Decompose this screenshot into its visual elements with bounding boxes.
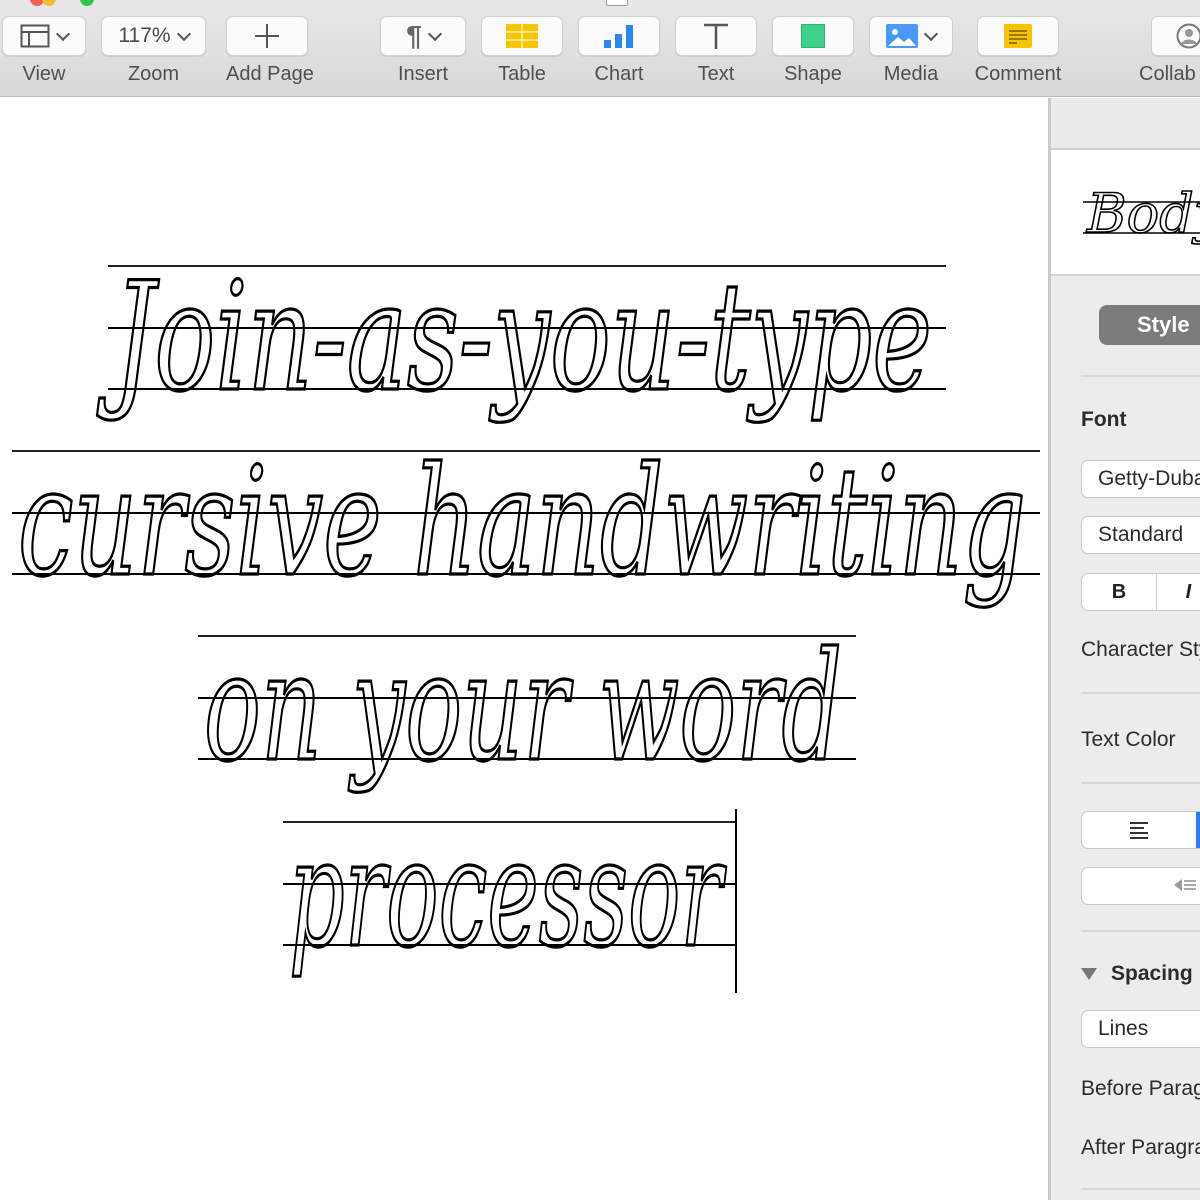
view-control[interactable]: View: [2, 16, 86, 85]
divider: [1081, 692, 1200, 694]
spacing-section-toggle[interactable]: Spacing: [1081, 962, 1193, 986]
table-button[interactable]: [481, 16, 563, 56]
cursive-text-line[interactable]: cursive handwriting: [16, 434, 1027, 611]
comment-button[interactable]: [977, 16, 1059, 56]
comment-label: Comment: [974, 63, 1062, 85]
divider: [1081, 782, 1200, 784]
shape-label: Shape: [784, 63, 842, 85]
zoom-label: Zoom: [127, 63, 180, 85]
after-paragraph-label: After Paragraph: [1081, 1136, 1200, 1159]
square-shape-icon: [801, 24, 825, 48]
disclosure-triangle-icon: [1081, 968, 1097, 981]
insert-button[interactable]: ¶: [380, 16, 466, 56]
font-family-select[interactable]: Getty-Dubay: [1081, 460, 1200, 498]
cursive-text-line[interactable]: Join-as-you-type: [95, 249, 934, 426]
table-control[interactable]: Table: [481, 16, 563, 85]
bold-button[interactable]: B: [1082, 574, 1157, 610]
chevron-down-icon: [176, 26, 191, 41]
divider: [1081, 375, 1200, 377]
style-preview-text: Body: [1086, 182, 1200, 245]
add-page-label: Add Page: [226, 63, 314, 85]
bar-chart-icon: [604, 25, 633, 48]
insert-label: Insert: [397, 63, 449, 85]
indent-buttons: [1081, 867, 1200, 905]
text-button[interactable]: [675, 16, 757, 56]
decrease-indent-icon[interactable]: [1174, 879, 1196, 891]
inspector-tab-bar: [1051, 98, 1200, 150]
handwriting-page: Join-as-you-typecursive handwritingon yo…: [12, 249, 1040, 993]
media-button[interactable]: [869, 16, 953, 56]
text-t-icon: [704, 23, 728, 49]
font-typeface-select[interactable]: Standard: [1081, 516, 1200, 554]
character-styles-label[interactable]: Character Styles: [1081, 638, 1200, 662]
comment-control[interactable]: Comment: [975, 16, 1061, 85]
collaborate-label: Collab: [1139, 63, 1196, 85]
collaborate-control[interactable]: Collab: [1139, 16, 1200, 85]
zoom-window-button[interactable]: [80, 0, 94, 6]
spacing-label: Spacing: [1111, 962, 1193, 985]
italic-button[interactable]: I: [1157, 574, 1200, 610]
chart-label: Chart: [594, 63, 644, 85]
paragraph-style-preview[interactable]: Body: [1051, 150, 1200, 276]
chart-control[interactable]: Chart: [578, 16, 660, 85]
minimize-window-button[interactable]: [42, 0, 56, 6]
sidebar-layout-icon: [20, 24, 50, 48]
table-label: Table: [498, 63, 546, 85]
divider: [1081, 1188, 1200, 1190]
person-icon: [1176, 23, 1200, 49]
zoom-control[interactable]: 117% Zoom: [101, 16, 206, 85]
font-section-label: Font: [1081, 408, 1127, 431]
table-icon: [506, 24, 538, 48]
view-button[interactable]: [2, 16, 86, 56]
paragraph-style-sample: Body: [1083, 181, 1200, 246]
add-page-control[interactable]: Add Page: [226, 16, 314, 85]
pilcrow-icon: ¶: [406, 20, 422, 51]
before-paragraph-label: Before Paragraph: [1081, 1077, 1200, 1100]
alignment-buttons: [1081, 811, 1200, 849]
text-control[interactable]: Text: [675, 16, 757, 85]
comment-note-icon: [1004, 24, 1032, 48]
image-icon: [886, 24, 918, 48]
cursive-text-line[interactable]: on your word: [202, 619, 843, 796]
view-label: View: [22, 63, 66, 85]
align-left-button[interactable]: [1082, 812, 1196, 848]
add-page-button[interactable]: [226, 16, 308, 56]
cursive-text-line[interactable]: processor: [287, 805, 728, 982]
media-label: Media: [883, 63, 939, 85]
align-center-button[interactable]: [1196, 812, 1200, 848]
document-icon: [606, 0, 628, 6]
media-control[interactable]: Media: [869, 16, 953, 85]
shape-control[interactable]: Shape: [772, 16, 854, 85]
insert-control[interactable]: ¶ Insert: [380, 16, 466, 85]
text-color-label[interactable]: Text Color: [1081, 728, 1176, 752]
shape-button[interactable]: [772, 16, 854, 56]
collaborate-button[interactable]: [1151, 16, 1200, 56]
align-left-icon: [1130, 821, 1148, 839]
format-inspector: Body Style Font Getty-Dubay Standard B I…: [1048, 98, 1200, 1200]
zoom-select[interactable]: 117%: [101, 16, 206, 56]
chevron-down-icon: [55, 26, 71, 41]
line-spacing-select[interactable]: Lines: [1081, 1010, 1200, 1048]
style-tab[interactable]: Style: [1099, 305, 1200, 345]
chevron-down-icon: [923, 26, 939, 41]
zoom-value: 117%: [118, 24, 171, 47]
document-canvas[interactable]: Join-as-you-type cursive handwriting on yo…: [0, 98, 1048, 1200]
divider: [1081, 930, 1200, 932]
plus-icon: [255, 24, 279, 48]
chart-button[interactable]: [578, 16, 660, 56]
text-label: Text: [697, 63, 735, 85]
toolbar: View 117% Zoom Add Page ¶ Insert Table C…: [0, 0, 1200, 97]
chevron-down-icon: [427, 26, 442, 41]
font-style-buttons: B I: [1081, 573, 1200, 611]
